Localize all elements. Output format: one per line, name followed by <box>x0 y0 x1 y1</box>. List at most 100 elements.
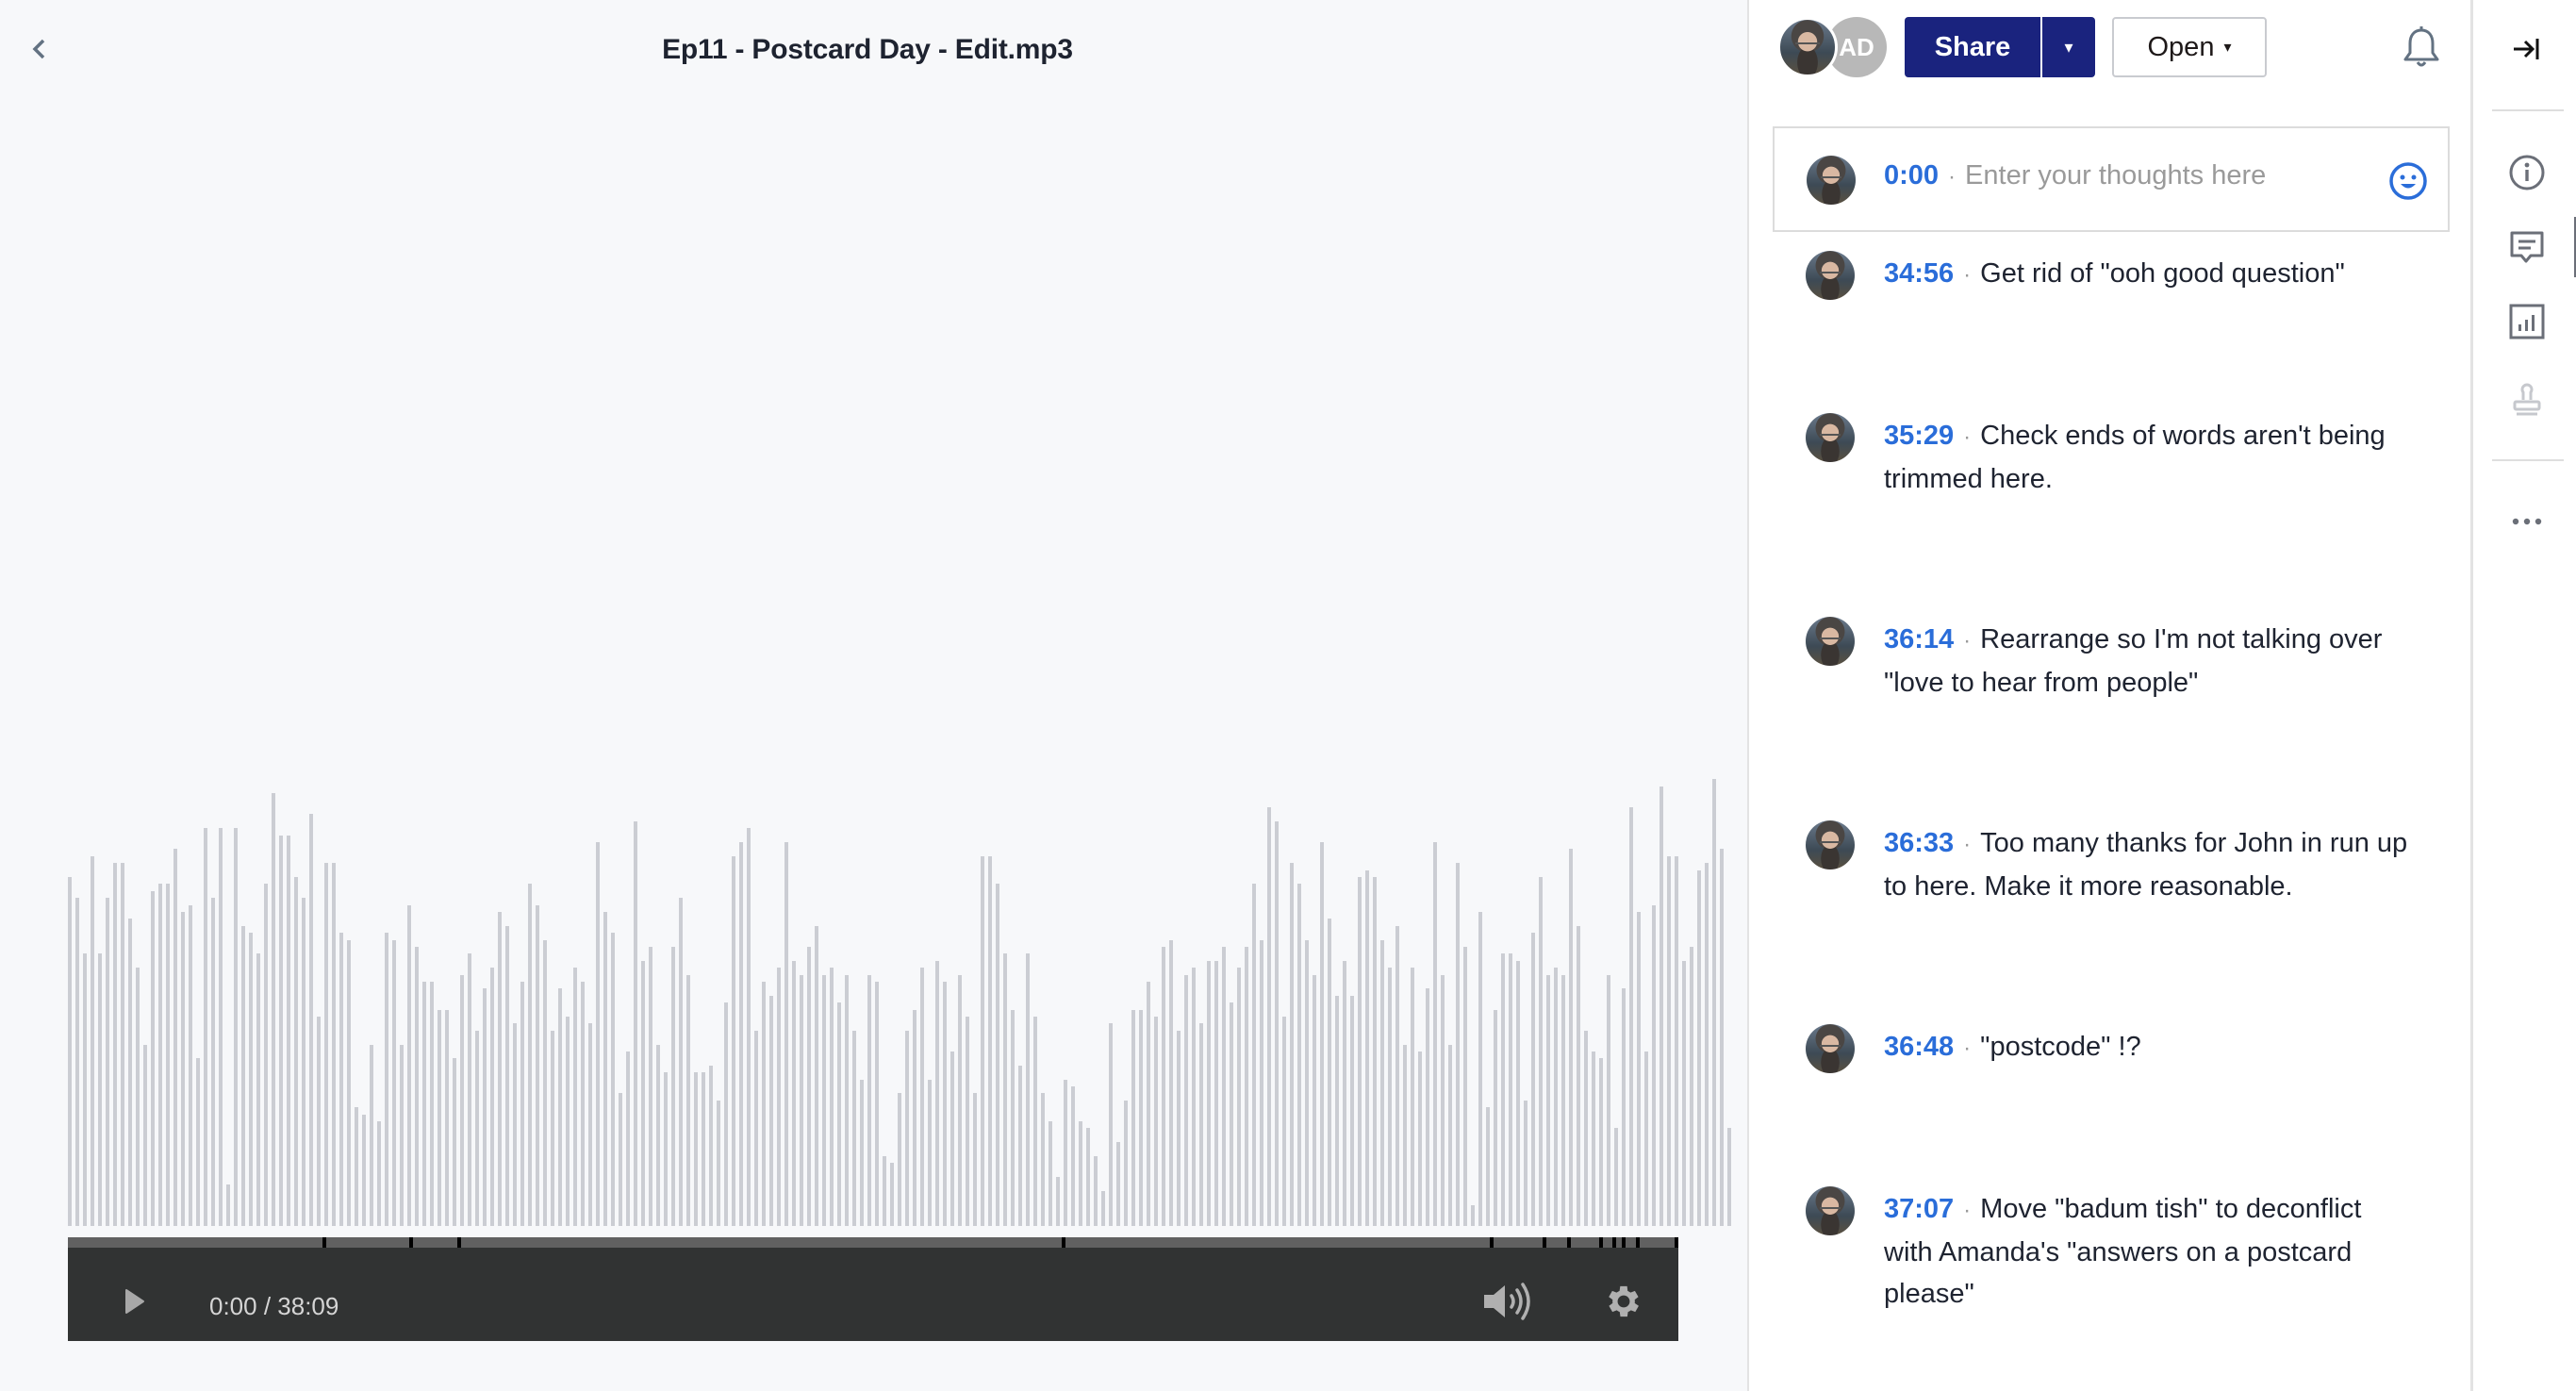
collapse-panel-button[interactable] <box>2503 25 2551 73</box>
waveform-bar <box>800 975 803 1226</box>
waveform-bar <box>211 898 215 1226</box>
comment-item[interactable]: 35:29 · Check ends of words aren't being t… <box>1806 413 2409 500</box>
comment-marker[interactable] <box>1567 1237 1571 1248</box>
audio-waveform[interactable] <box>68 528 1731 1226</box>
comment-timestamp[interactable]: 36:33 <box>1884 828 1954 858</box>
waveform-bar <box>769 996 773 1226</box>
comment-item[interactable]: 34:56 · Get rid of "ooh good question" <box>1806 251 2409 300</box>
comment-timestamp[interactable]: 0:00 <box>1884 160 1939 191</box>
waveform-bar <box>1365 870 1369 1226</box>
share-options-button[interactable]: ▾ <box>2040 17 2095 77</box>
waveform-bar <box>287 836 290 1226</box>
waveform-bar <box>860 1080 864 1226</box>
waveform-bar <box>777 968 781 1226</box>
waveform-bar <box>490 968 494 1226</box>
waveform-bar <box>1592 1052 1595 1226</box>
waveform-bar <box>913 1010 916 1226</box>
comment-marker[interactable] <box>1062 1237 1065 1248</box>
comment-marker[interactable] <box>1490 1237 1494 1248</box>
collaborator-avatar[interactable] <box>1777 17 1838 77</box>
waveform-bar <box>1622 988 1626 1226</box>
comment-marker[interactable] <box>1599 1237 1603 1248</box>
comment-item[interactable]: 36:33 · Too many thanks for John in run up… <box>1806 820 2409 907</box>
waveform-bar <box>694 1072 698 1226</box>
waveform-bar <box>845 975 849 1226</box>
comments-tab-button[interactable] <box>2503 224 2551 272</box>
volume-button[interactable] <box>1482 1281 1535 1322</box>
waveform-bar <box>898 1093 901 1226</box>
comment-timestamp[interactable]: 36:14 <box>1884 624 1954 654</box>
waveform-bar <box>1320 842 1324 1226</box>
waveform-bar <box>890 1163 894 1226</box>
settings-button[interactable] <box>1603 1281 1644 1322</box>
waveform-bar <box>626 1052 630 1226</box>
waveform-bar <box>822 975 826 1226</box>
open-button[interactable]: Open ▾ <box>2112 17 2267 77</box>
comment-marker[interactable] <box>322 1237 326 1248</box>
waveform-bar <box>407 905 411 1226</box>
info-button[interactable] <box>2503 149 2551 196</box>
comment-input[interactable] <box>1965 160 2362 191</box>
comment-marker[interactable] <box>1612 1237 1616 1248</box>
waveform-bar <box>302 898 305 1226</box>
open-button-label: Open <box>2147 31 2215 62</box>
comment-marker[interactable] <box>457 1237 461 1248</box>
waveform-bar <box>422 982 426 1226</box>
play-button[interactable] <box>115 1283 153 1320</box>
waveform-bar <box>1177 1031 1181 1226</box>
waveform-bar <box>1328 919 1331 1226</box>
waveform-bar <box>981 856 984 1226</box>
waveform-bar <box>1614 1128 1618 1226</box>
waveform-bar <box>1154 1017 1158 1226</box>
waveform-bar <box>128 919 132 1226</box>
waveform-bar <box>339 933 343 1226</box>
waveform-bar <box>392 940 396 1226</box>
waveform-bar <box>1305 940 1309 1226</box>
comment-item[interactable]: 36:14 · Rearrange so I'm not talking over … <box>1806 617 2409 704</box>
notifications-button[interactable] <box>2398 25 2445 72</box>
waveform-bar <box>596 842 600 1226</box>
approval-button[interactable] <box>2503 375 2551 422</box>
waveform-bar <box>136 968 140 1226</box>
comment-marker[interactable] <box>409 1237 413 1248</box>
waveform-bar <box>1509 953 1512 1226</box>
waveform-bar <box>400 1045 404 1226</box>
comment-item[interactable]: 36:48 · "postcode" !? <box>1806 1024 2409 1073</box>
activity-button[interactable] <box>2503 298 2551 345</box>
info-icon <box>2509 155 2545 190</box>
comment-marker[interactable] <box>1675 1237 1678 1248</box>
more-options-button[interactable] <box>2503 498 2551 545</box>
waveform-bar <box>1071 1086 1075 1226</box>
comment-timestamp[interactable]: 35:29 <box>1884 421 1954 451</box>
waveform-bar <box>634 821 637 1226</box>
waveform-bar <box>581 982 585 1226</box>
waveform-bar <box>513 1023 517 1226</box>
waveform-bar <box>1720 849 1724 1226</box>
seek-bar[interactable] <box>68 1237 1678 1248</box>
waveform-bar <box>1486 1107 1490 1226</box>
waveform-bar <box>98 953 102 1226</box>
comment-timestamp[interactable]: 34:56 <box>1884 258 1954 289</box>
waveform-bar <box>1554 968 1558 1226</box>
comment-marker[interactable] <box>1622 1237 1626 1248</box>
waveform-bar <box>324 863 328 1226</box>
emoji-button[interactable] <box>2387 160 2429 202</box>
comment-item[interactable]: 37:07 · Move "badum tish" to deconflict wi… <box>1806 1186 2409 1315</box>
waveform-bar <box>256 953 260 1226</box>
comment-timestamp[interactable]: 36:48 <box>1884 1032 1954 1062</box>
waveform-bar <box>1448 1045 1452 1226</box>
waveform-bar <box>739 842 743 1226</box>
comment-marker[interactable] <box>1543 1237 1546 1248</box>
waveform-bar <box>686 975 690 1226</box>
comment-marker[interactable] <box>1636 1237 1640 1248</box>
waveform-bar <box>460 975 464 1226</box>
waveform-bar <box>1101 1191 1105 1226</box>
waveform-bar <box>158 884 162 1226</box>
waveform-bar <box>1245 947 1248 1226</box>
waveform-bar <box>317 1017 321 1226</box>
comment-timestamp[interactable]: 37:07 <box>1884 1194 1954 1224</box>
waveform-bar <box>483 988 487 1226</box>
share-button[interactable]: Share <box>1905 17 2040 77</box>
file-title: Ep11 - Postcard Day - Edit.mp3 <box>662 34 1073 65</box>
waveform-bar <box>1116 1142 1120 1226</box>
